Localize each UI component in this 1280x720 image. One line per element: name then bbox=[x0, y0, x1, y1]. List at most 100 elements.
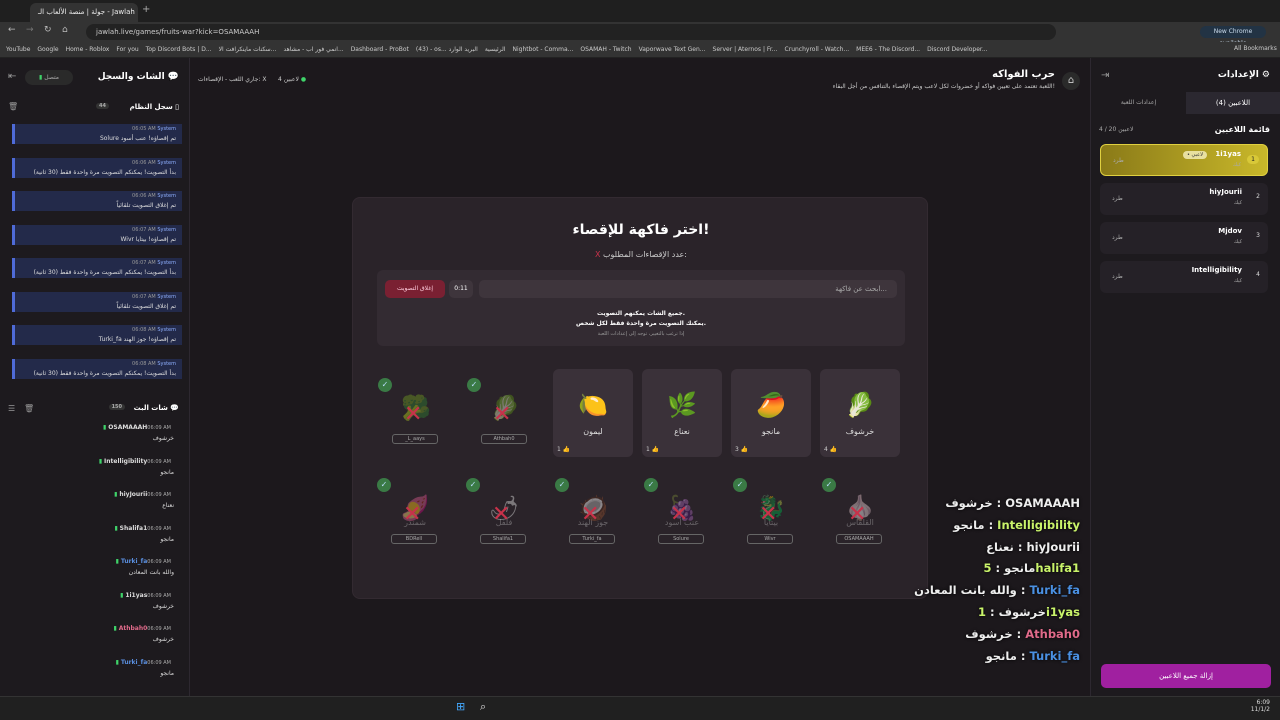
fruit-card[interactable]: 🍋 ليمون 1 👍 bbox=[553, 369, 633, 457]
fruit-card[interactable]: 🌿 نعناع 1 👍 bbox=[642, 369, 722, 457]
bookmark-item[interactable]: Google bbox=[37, 46, 58, 53]
bookmark-item[interactable]: Discord Developer... bbox=[927, 46, 988, 53]
players-badge: 4 لاعبين ● bbox=[278, 76, 307, 83]
trash-icon[interactable]: 🗑 bbox=[24, 404, 34, 413]
fruit-icon: 🍋 bbox=[578, 391, 608, 419]
chat-header: ▮ Athbah006:09 AM bbox=[0, 625, 174, 632]
player-rank: 2 bbox=[1256, 193, 1260, 200]
back-icon[interactable]: ← bbox=[8, 25, 16, 35]
bookmark-item[interactable]: Vaporwave Text Gen... bbox=[639, 46, 706, 53]
eliminated-player: Turki_fa bbox=[569, 534, 615, 544]
chat-header: ▮ hiyJourii06:09 AM bbox=[0, 491, 174, 498]
search-icon[interactable]: ⌕ bbox=[480, 700, 486, 714]
chat-text: خرشوف bbox=[152, 435, 174, 442]
chat-username: Turki_fa bbox=[120, 658, 148, 666]
remove-all-players-button[interactable]: إزالة جميع اللاعبين bbox=[1101, 664, 1271, 688]
bookmark-item[interactable]: Server | Aternos | Fr... bbox=[713, 46, 778, 53]
player-card[interactable]: 1 1i1yas كيك طرد • لاعبي bbox=[1100, 144, 1268, 176]
overlay-separator: : bbox=[986, 605, 999, 619]
bookmark-item[interactable]: OSAMAH - Twitch bbox=[580, 46, 631, 53]
log-header: 06:07 AM System bbox=[21, 227, 176, 233]
bookmark-item[interactable]: سكنات ماينكرافت الا... bbox=[219, 46, 277, 53]
home-icon[interactable]: ⌂ bbox=[62, 25, 68, 35]
chat-time: 06:09 AM bbox=[147, 559, 171, 565]
player-role: كيك bbox=[1233, 200, 1242, 206]
phase-badge: جاري اللعب - الإقصاءات: X bbox=[198, 76, 267, 83]
eliminated-check-icon: ✓ bbox=[555, 478, 569, 492]
fruit-icon: 🥬 bbox=[845, 391, 875, 419]
log-time: 06:06 AM bbox=[132, 193, 156, 199]
reload-icon[interactable]: ↻ bbox=[44, 25, 52, 35]
clock[interactable]: 6:09 11/1/2 bbox=[1251, 699, 1270, 713]
address-bar[interactable]: jawlah.live/games/fruits-war?kick=OSAMAA… bbox=[86, 24, 1056, 40]
kick-button[interactable]: طرد bbox=[1112, 234, 1123, 241]
chat-time: 06:09 AM bbox=[147, 525, 171, 532]
fruit-card[interactable]: 🥭 مانجو 3 👍 bbox=[731, 369, 811, 457]
bookmark-item[interactable]: Top Discord Bots | D... bbox=[146, 46, 212, 53]
bookmark-item[interactable]: (43) - os... البريد الوارد bbox=[416, 46, 478, 53]
tab-players[interactable]: اللاعبين (4) bbox=[1186, 92, 1280, 114]
chat-text: خرشوف bbox=[152, 602, 174, 610]
overlay-separator: : bbox=[984, 517, 998, 532]
overlay-message: مانجو : Intelligibility bbox=[953, 518, 1080, 532]
log-header: 06:08 AM System bbox=[21, 327, 176, 333]
bookmark-item[interactable]: انمي فور اب - مشاهد... bbox=[283, 46, 343, 53]
overlay-text: مانجو bbox=[1004, 561, 1036, 576]
overlay-username: OSAMAAAH bbox=[1005, 496, 1080, 510]
overlay-message: خرشوف : OSAMAAAH bbox=[945, 496, 1080, 510]
kick-button[interactable]: طرد bbox=[1112, 273, 1123, 280]
stream-chat-list: ▮ OSAMAAAH06:09 AM خرشوف ▮ Intelligibility… bbox=[0, 420, 190, 690]
trash-icon[interactable]: 🗑 bbox=[8, 102, 18, 111]
bookmark-item[interactable]: Nightbot - Comma... bbox=[512, 46, 573, 53]
eliminated-check-icon: ✓ bbox=[377, 478, 391, 492]
kick-button[interactable]: طرد bbox=[1112, 195, 1123, 202]
kick-button[interactable]: طرد bbox=[1113, 157, 1124, 164]
fruit-card[interactable]: 🥬 خرشوف 4 👍 bbox=[820, 369, 900, 457]
all-bookmarks[interactable]: All Bookmarks bbox=[1234, 45, 1277, 52]
bookmark-item[interactable]: MEE6 - The Discord... bbox=[856, 46, 920, 53]
player-role: كيك bbox=[1233, 239, 1242, 245]
log-time: 06:07 AM bbox=[132, 260, 156, 266]
overlay-username: hiyJourii bbox=[1026, 539, 1080, 554]
bookmark-item[interactable]: Crunchyroll - Watch... bbox=[785, 46, 850, 53]
chat-text: مانجو bbox=[160, 535, 174, 543]
system-log-message: 06:07 AM System بدأ التصويت! يمكنكم التصو… bbox=[12, 258, 182, 278]
collapse-icon[interactable]: ⇥ bbox=[1101, 70, 1109, 81]
bookmark-item[interactable]: Home - Roblox bbox=[66, 46, 110, 53]
vote-count: 1 👍 bbox=[646, 446, 660, 453]
player-card[interactable]: 3 Mjdov كيك طرد bbox=[1100, 222, 1268, 254]
chat-username: Intelligibility bbox=[104, 457, 148, 465]
chat-message: ▮ hiyJourii06:09 AM نعناع bbox=[0, 491, 184, 509]
chrome-update-badge[interactable]: New Chrome available bbox=[1200, 26, 1266, 47]
new-tab-icon[interactable]: + bbox=[142, 4, 150, 15]
eliminated-x-icon: ✕ bbox=[492, 502, 511, 527]
filter-icon[interactable]: ☰ bbox=[8, 404, 15, 413]
browser-tab[interactable]: جولة | منصة الألعاب الـ - Jawlah bbox=[30, 3, 138, 22]
eliminated-fruit-card: بيتايا ✓ 🐉 ✕ Wivr bbox=[731, 472, 811, 560]
player-card[interactable]: 4 Intelligibility كيك طرد bbox=[1100, 261, 1268, 293]
log-text: بدأ التصويت! يمكنكم التصويت مرة واحدة فق… bbox=[33, 269, 176, 276]
syslog-title: 44 سجل النظام ▯ bbox=[96, 103, 179, 111]
bookmark-item[interactable]: Dashboard - ProBot bbox=[351, 46, 409, 53]
start-icon[interactable]: ⊞ bbox=[456, 700, 465, 713]
chat-username: Shalifa1 bbox=[119, 524, 148, 532]
player-card[interactable]: 2 hiyJourii كيك طرد bbox=[1100, 183, 1268, 215]
system-log-message: 06:08 AM System بدأ التصويت! يمكنكم التصو… bbox=[12, 358, 182, 379]
bookmark-item[interactable]: YouTube bbox=[6, 46, 30, 53]
overlay-username: Athbah0 bbox=[1025, 626, 1080, 641]
bookmark-item[interactable]: For you bbox=[116, 46, 138, 53]
home-icon[interactable]: ⌂ bbox=[1062, 72, 1080, 90]
bookmark-item[interactable]: الرئيسية bbox=[485, 46, 506, 53]
bookmarks-bar: YouTube Google Home - Roblox For you Top Dis… bbox=[0, 42, 1280, 58]
eliminated-player: BDRell bbox=[391, 534, 437, 544]
overlay-message: خرشوف : 1i1yas bbox=[978, 605, 1080, 619]
chat-username: 1i1yas bbox=[125, 591, 148, 599]
forward-icon[interactable]: → bbox=[26, 25, 34, 35]
log-sender: System bbox=[157, 193, 176, 199]
chat-time: 06:09 AM bbox=[147, 626, 171, 632]
tab-game-settings[interactable]: إعدادات اللعبة bbox=[1091, 92, 1186, 114]
collapse-icon[interactable]: ⇤ bbox=[8, 71, 16, 82]
chat-header: ▮ Intelligibility06:09 AM bbox=[0, 458, 174, 465]
eliminated-fruit-card: شمندر ✓ 🍠 ✕ BDRell bbox=[375, 472, 455, 560]
vote-count-value: 3 bbox=[735, 446, 739, 453]
